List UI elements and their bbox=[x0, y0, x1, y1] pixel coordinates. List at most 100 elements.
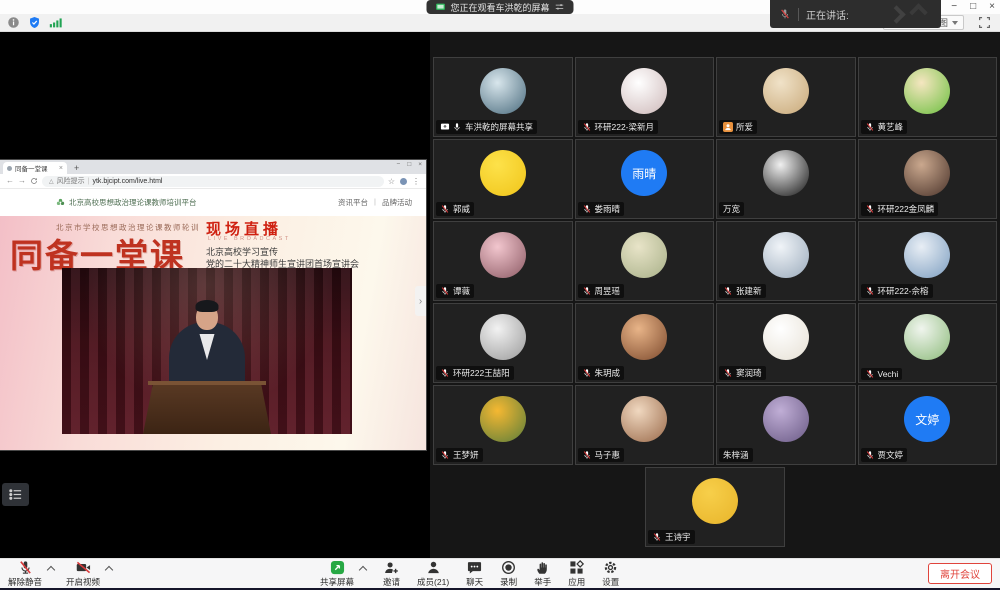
raise-hand-icon bbox=[535, 560, 550, 575]
minimize-button[interactable]: − bbox=[951, 1, 957, 13]
browser-menu-icon[interactable]: ⋮ bbox=[412, 177, 420, 186]
nav-link-news[interactable]: 资讯平台 bbox=[338, 197, 368, 208]
participant-tile[interactable]: 车洪乾的屏幕共享 bbox=[433, 57, 573, 137]
apps-button[interactable]: 应用 bbox=[568, 560, 585, 588]
mic-muted-icon bbox=[865, 204, 875, 214]
participant-tile[interactable]: 周昱瑶 bbox=[575, 221, 715, 301]
mic-muted-icon bbox=[865, 450, 875, 460]
close-button[interactable]: × bbox=[989, 1, 995, 13]
participant-name: 环研222王喆阳 bbox=[453, 367, 510, 379]
participant-status-icons bbox=[582, 286, 592, 296]
participant-status-icons bbox=[440, 122, 462, 132]
start-video-button[interactable]: 开启视频 bbox=[66, 560, 100, 588]
security-shield-icon[interactable] bbox=[28, 16, 41, 29]
participant-name: 娄雨晴 bbox=[595, 203, 621, 215]
participant-tile[interactable]: 马子惠 bbox=[575, 385, 715, 465]
participant-tile[interactable]: 王诗宇 bbox=[645, 467, 785, 547]
participant-tile[interactable]: 环研222王喆阳 bbox=[433, 303, 573, 383]
mic-muted-icon bbox=[582, 122, 592, 132]
participant-name: Vechi bbox=[878, 369, 899, 379]
participant-avatar bbox=[904, 150, 950, 196]
site-logo[interactable]: 北京高校思想政治理论课教师培训平台 bbox=[56, 197, 197, 208]
leave-meeting-button[interactable]: 离开会议 bbox=[928, 563, 992, 584]
chat-icon bbox=[467, 560, 482, 575]
chat-button[interactable]: 聊天 bbox=[466, 560, 483, 588]
participant-tile[interactable]: 环研222金凤麟 bbox=[858, 139, 998, 219]
raise-hand-button[interactable]: 举手 bbox=[534, 560, 551, 588]
participant-tile[interactable]: 郭威 bbox=[433, 139, 573, 219]
bookmark-star-icon[interactable]: ☆ bbox=[388, 177, 395, 186]
nav-link-brand[interactable]: 品牌活动 bbox=[382, 197, 412, 208]
fullscreen-icon[interactable] bbox=[978, 16, 991, 29]
chevron-up-icon[interactable] bbox=[47, 566, 55, 574]
new-tab-button[interactable]: + bbox=[74, 163, 79, 174]
participant-tile[interactable]: 王梦妍 bbox=[433, 385, 573, 465]
toolbar-center-group: 共享屏幕 邀请 成员(21) 聊天 录制 举手 bbox=[320, 559, 619, 589]
participant-avatar bbox=[904, 68, 950, 114]
participant-name-tag: 万宽 bbox=[719, 202, 744, 216]
participant-tile[interactable]: 环研222-佘榕 bbox=[858, 221, 998, 301]
participant-tile[interactable]: 万宽 bbox=[716, 139, 856, 219]
participant-tile[interactable]: 朱玥成 bbox=[575, 303, 715, 383]
forward-icon[interactable]: → bbox=[18, 177, 26, 185]
invite-button[interactable]: 邀请 bbox=[383, 560, 400, 588]
participant-avatar bbox=[763, 68, 809, 114]
chevron-up-icon[interactable] bbox=[105, 566, 113, 574]
participant-avatar bbox=[621, 68, 667, 114]
participant-tile[interactable]: 谭薇 bbox=[433, 221, 573, 301]
url-separator: | bbox=[88, 178, 90, 185]
carousel-next-button[interactable]: › bbox=[415, 286, 426, 316]
participant-tile[interactable]: Vechi bbox=[858, 303, 998, 383]
participant-status-icons bbox=[440, 204, 450, 214]
participant-tile[interactable]: 黄艺峰 bbox=[858, 57, 998, 137]
participant-status-icons bbox=[582, 368, 592, 378]
participant-name-tag: 马子惠 bbox=[578, 448, 625, 462]
participant-avatar bbox=[621, 232, 667, 278]
unmute-button[interactable]: 解除静音 bbox=[8, 560, 42, 588]
browser-maximize-button[interactable]: □ bbox=[407, 161, 411, 168]
browser-tab[interactable]: 同备一堂课 × bbox=[3, 162, 67, 174]
settings-button[interactable]: 设置 bbox=[602, 560, 619, 588]
tab-close-icon[interactable]: × bbox=[59, 165, 63, 172]
participant-tile[interactable]: 朱梓涵 bbox=[716, 385, 856, 465]
maximize-button[interactable]: □ bbox=[970, 1, 976, 13]
share-banner[interactable]: 您正在观看车洪乾的屏幕 bbox=[426, 0, 573, 14]
mic-live-icon bbox=[452, 122, 462, 132]
network-signal-icon[interactable] bbox=[49, 16, 62, 29]
nav-divider: | bbox=[374, 197, 376, 208]
participant-tile[interactable]: 所爱 bbox=[716, 57, 856, 137]
chevron-up-icon[interactable] bbox=[359, 566, 367, 574]
participant-name: 窦润琦 bbox=[736, 367, 762, 379]
participant-tile[interactable]: 雨晴 娄雨晴 bbox=[575, 139, 715, 219]
mic-muted-icon bbox=[582, 286, 592, 296]
browser-close-button[interactable]: × bbox=[418, 161, 422, 168]
sidebar-toggle-button[interactable] bbox=[2, 483, 29, 506]
participant-tile[interactable]: 环研222-梁新月 bbox=[575, 57, 715, 137]
refresh-icon[interactable] bbox=[30, 177, 38, 185]
live-video-player[interactable] bbox=[62, 268, 352, 434]
toolbar-left-group: 解除静音 开启视频 bbox=[8, 559, 112, 589]
speaking-indicator: 正在讲话: bbox=[770, 0, 941, 28]
mic-muted-icon bbox=[779, 8, 791, 20]
flower-logo-icon bbox=[56, 198, 65, 207]
record-button[interactable]: 录制 bbox=[500, 560, 517, 588]
members-button[interactable]: 成员(21) bbox=[417, 560, 449, 588]
participant-avatar bbox=[480, 68, 526, 114]
participant-tile[interactable]: 窦润琦 bbox=[716, 303, 856, 383]
participant-grid: 车洪乾的屏幕共享 环研222-梁新月 所爱 黄艺峰 郭威 雨晴 娄雨晴 bbox=[430, 57, 1000, 465]
meeting-info-icon[interactable] bbox=[7, 16, 20, 29]
share-screen-button[interactable]: 共享屏幕 bbox=[320, 560, 354, 588]
back-icon[interactable]: ← bbox=[6, 177, 14, 185]
participant-status-icons bbox=[865, 450, 875, 460]
mic-muted-icon bbox=[865, 286, 875, 296]
participant-tile[interactable]: 文婷 贾文婷 bbox=[858, 385, 998, 465]
participant-name: 王梦妍 bbox=[453, 449, 479, 461]
participant-tile[interactable]: 张建新 bbox=[716, 221, 856, 301]
participant-name: 贾文婷 bbox=[878, 449, 904, 461]
browser-minimize-button[interactable]: − bbox=[396, 161, 400, 168]
participant-name-tag: 车洪乾的屏幕共享 bbox=[436, 120, 537, 134]
url-field[interactable]: △ 风险提示 | ytk.bjcipt.com/live.html bbox=[42, 176, 384, 187]
browser-profile-avatar[interactable] bbox=[400, 178, 407, 185]
share-banner-options-icon[interactable] bbox=[555, 2, 565, 12]
mic-muted-icon bbox=[652, 532, 662, 542]
